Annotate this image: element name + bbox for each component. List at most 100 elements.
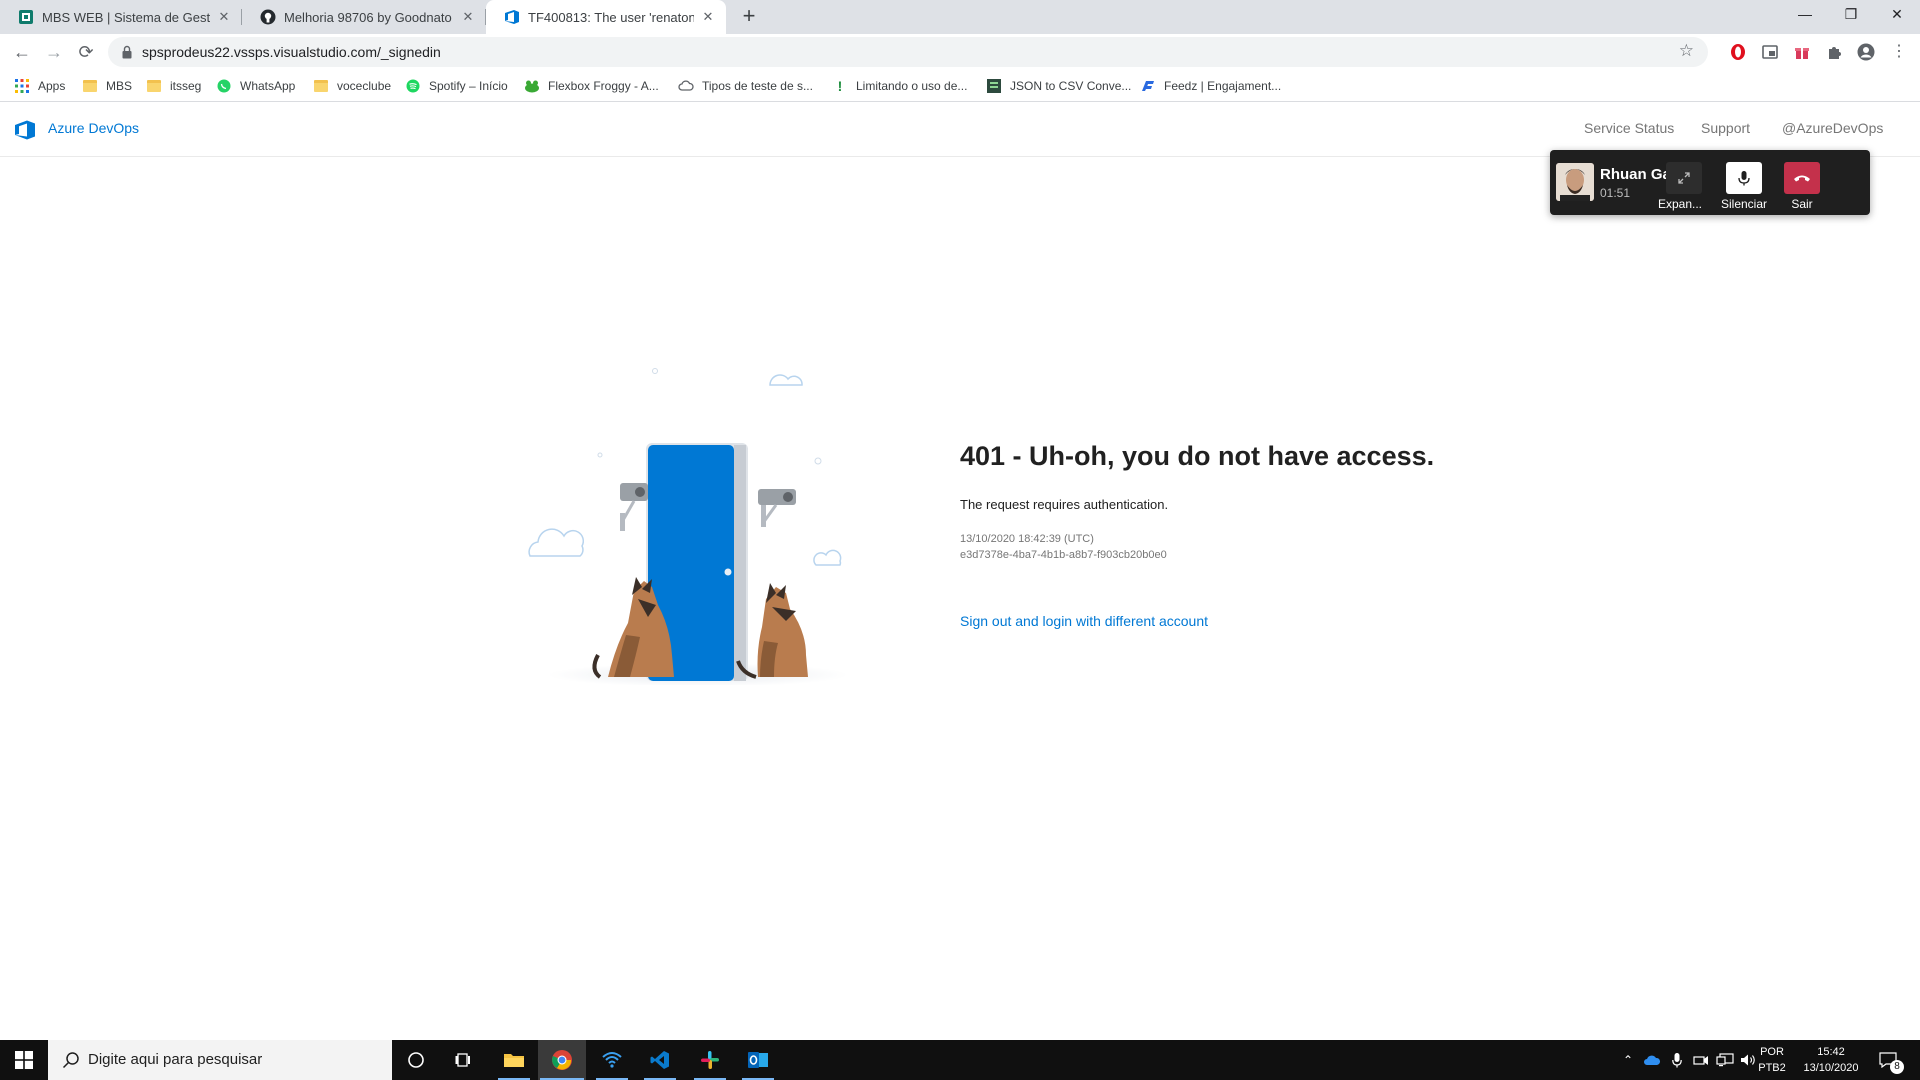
browser-menu-icon[interactable]: ⋮: [1890, 41, 1908, 60]
new-tab-button[interactable]: +: [736, 4, 762, 30]
bookmark-label: MBS: [106, 79, 133, 93]
opera-extension-icon[interactable]: [1729, 43, 1747, 61]
mute-label: Silenciar: [1720, 197, 1768, 211]
taskbar-search-input[interactable]: Digite aqui para pesquisar: [48, 1040, 392, 1080]
back-button[interactable]: ←: [8, 38, 36, 66]
bookmark-tipos-de-teste[interactable]: Tipos de teste de s...: [678, 76, 813, 96]
clock-date: 13/10/2020: [1803, 1062, 1859, 1074]
maximize-button[interactable]: ❐: [1828, 0, 1874, 30]
microphone-tray-button[interactable]: [1666, 1040, 1688, 1080]
picture-in-picture-icon[interactable]: [1761, 43, 1779, 61]
tab-title: Melhoria 98706 by Goodnato · P: [284, 9, 454, 25]
apps-grid-icon: [14, 78, 30, 94]
close-window-button[interactable]: ✕: [1874, 0, 1920, 30]
folder-icon: [313, 78, 329, 94]
support-link[interactable]: Support: [1701, 120, 1750, 136]
tab-title: TF400813: The user 'renatonascim: [528, 9, 694, 25]
bookmark-voceclube[interactable]: voceclube: [313, 76, 391, 96]
shield-tray-button[interactable]: [1690, 1040, 1712, 1080]
taskbar-clock[interactable]: 15:42 13/10/2020: [1796, 1044, 1866, 1076]
browser-toolbar: ← → ⟳ spsprodeus22.vssps.visualstudio.co…: [0, 34, 1920, 70]
expand-label: Expan...: [1657, 197, 1703, 211]
bookmark-apps[interactable]: Apps: [14, 76, 65, 96]
lock-icon: [122, 45, 132, 59]
gift-extension-icon[interactable]: [1793, 43, 1811, 61]
exclamation-icon: !: [837, 78, 843, 94]
language-code: POR: [1760, 1046, 1784, 1058]
hang-up-button[interactable]: [1784, 162, 1820, 194]
windows-taskbar: Digite aqui para pesquisar ⌃ POR PTB2 15…: [0, 1040, 1920, 1080]
network-app-button[interactable]: [588, 1040, 636, 1080]
bookmark-spotify[interactable]: Spotify – Início: [405, 76, 508, 96]
start-button[interactable]: [0, 1040, 48, 1080]
expand-icon: [1678, 172, 1690, 184]
url-text: spsprodeus22.vssps.visualstudio.com/_sig…: [142, 44, 441, 60]
bookmark-label: Feedz | Engajament...: [1164, 79, 1282, 93]
azuredevops-twitter-link[interactable]: @AzureDevOps: [1782, 120, 1883, 136]
security-tray-icon: [1693, 1056, 1708, 1065]
sign-out-link[interactable]: Sign out and login with different accoun…: [960, 613, 1208, 629]
bookmark-feedz[interactable]: Feedz | Engajament...: [1140, 76, 1281, 96]
brand-title[interactable]: Azure DevOps: [48, 120, 139, 136]
reload-button[interactable]: ⟳: [72, 38, 100, 66]
cortana-icon: [408, 1052, 424, 1068]
service-status-link[interactable]: Service Status: [1584, 120, 1674, 136]
vscode-button[interactable]: [636, 1040, 684, 1080]
outlook-icon: [748, 1052, 768, 1068]
onedrive-icon: [1644, 1055, 1661, 1065]
access-denied-illustration: [528, 368, 848, 685]
profile-avatar-icon[interactable]: [1857, 43, 1875, 61]
task-view-button[interactable]: [440, 1040, 488, 1080]
azure-devops-logo-icon[interactable]: [14, 119, 36, 141]
tab-azure-devops[interactable]: TF400813: The user 'renatonascim ✕: [486, 0, 726, 34]
tab-mbs-web[interactable]: MBS WEB | Sistema de Gestão de ✕: [0, 0, 242, 34]
security-camera-icon: [758, 489, 796, 527]
outlook-button[interactable]: [734, 1040, 782, 1080]
ado-header: Azure DevOps Service Status Support @Azu…: [0, 103, 1920, 157]
folder-icon: [146, 78, 162, 94]
close-tab-icon[interactable]: ✕: [460, 9, 476, 25]
microphone-icon: [1738, 171, 1750, 186]
tab-github[interactable]: Melhoria 98706 by Goodnato · P ✕: [242, 0, 486, 34]
minimize-button[interactable]: —: [1782, 0, 1828, 30]
file-explorer-button[interactable]: [490, 1040, 538, 1080]
microphone-icon: [1672, 1053, 1682, 1068]
keyboard-layout: PTB2: [1758, 1062, 1786, 1074]
bookmark-itsseg[interactable]: itsseg: [146, 76, 201, 96]
bookmarks-bar: Apps MBS itsseg WhatsApp voceclube Spoti…: [0, 70, 1920, 102]
cortana-button[interactable]: [392, 1040, 440, 1080]
guard-dog-right: [736, 583, 808, 679]
security-camera-icon: [620, 483, 648, 531]
tab-title: MBS WEB | Sistema de Gestão de: [42, 9, 210, 25]
bookmark-limitando-uso[interactable]: ! Limitando o uso de...: [832, 76, 968, 96]
language-indicator[interactable]: POR PTB2: [1752, 1044, 1792, 1076]
bookmark-label: Spotify – Início: [429, 79, 508, 93]
bookmark-label: Flexbox Froggy - A...: [548, 79, 659, 93]
slack-button[interactable]: [686, 1040, 734, 1080]
onedrive-tray-button[interactable]: [1640, 1040, 1664, 1080]
forward-button[interactable]: →: [40, 38, 68, 66]
close-tab-icon[interactable]: ✕: [216, 9, 232, 25]
network-tray-button[interactable]: [1714, 1040, 1736, 1080]
address-bar[interactable]: spsprodeus22.vssps.visualstudio.com/_sig…: [108, 37, 1708, 67]
bookmark-flexbox-froggy[interactable]: Flexbox Froggy - A...: [524, 76, 659, 96]
network-app-icon: [602, 1052, 622, 1068]
mute-button[interactable]: [1726, 162, 1762, 194]
expand-button[interactable]: [1666, 162, 1702, 194]
bookmark-json-to-csv[interactable]: JSON to CSV Conve...: [986, 76, 1131, 96]
github-icon: [260, 9, 276, 25]
action-center-button[interactable]: 8: [1868, 1040, 1908, 1080]
bookmark-star-icon[interactable]: ☆: [1679, 41, 1694, 61]
bookmark-whatsapp[interactable]: WhatsApp: [216, 76, 295, 96]
bookmark-mbs[interactable]: MBS: [82, 76, 132, 96]
mbs-icon: [18, 9, 34, 25]
show-hidden-icons-button[interactable]: ⌃: [1618, 1040, 1638, 1080]
windows-logo-icon: [15, 1051, 33, 1069]
extensions-puzzle-icon[interactable]: [1825, 43, 1843, 61]
close-tab-icon[interactable]: ✕: [700, 9, 716, 25]
error-message: The request requires authentication.: [960, 497, 1169, 512]
bookmark-label: voceclube: [337, 79, 392, 93]
chrome-button[interactable]: [538, 1040, 586, 1080]
network-icon: [1716, 1053, 1734, 1067]
folder-icon: [82, 78, 98, 94]
